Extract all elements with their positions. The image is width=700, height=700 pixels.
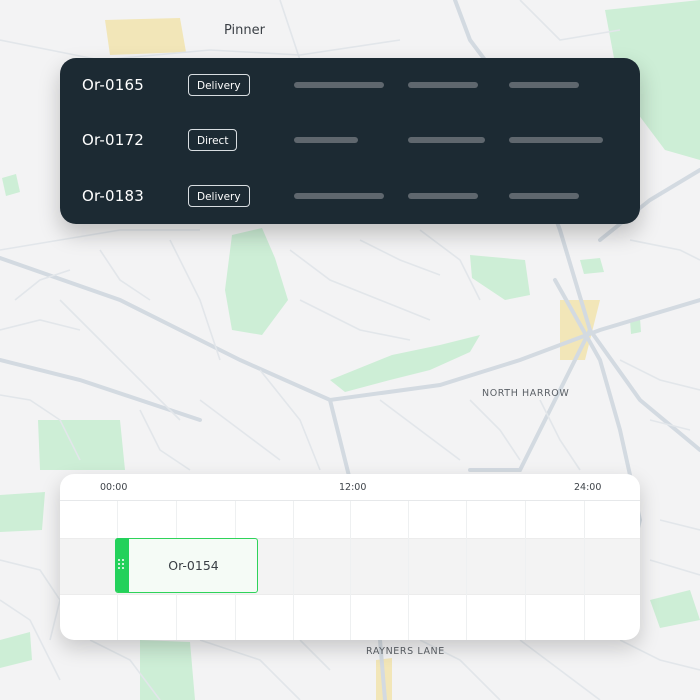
map-label-pinner: Pinner xyxy=(224,23,265,38)
timeline-gridline xyxy=(466,501,467,640)
placeholder-bar xyxy=(294,193,384,199)
placeholder-bar xyxy=(509,137,603,143)
order-row[interactable]: Or-0183 Delivery xyxy=(60,181,640,211)
timeline-tick: 12:00 xyxy=(339,482,367,493)
orders-list-card: Or-0165 Delivery Or-0172 Direct Or-0183 … xyxy=(60,58,640,224)
drag-handle-icon[interactable] xyxy=(115,538,129,592)
order-type-badge: Delivery xyxy=(188,185,250,207)
timeline-gridline xyxy=(350,501,351,640)
timeline-gridline xyxy=(293,501,294,640)
placeholder-bar xyxy=(294,82,384,88)
placeholder-bar xyxy=(509,193,579,199)
timeline-order-block[interactable]: Or-0154 xyxy=(115,538,258,593)
timeline-block-label: Or-0154 xyxy=(168,558,219,573)
order-row[interactable]: Or-0172 Direct xyxy=(60,125,640,155)
order-row[interactable]: Or-0165 Delivery xyxy=(60,70,640,100)
timeline-gridline xyxy=(408,501,409,640)
placeholder-bar xyxy=(294,137,358,143)
timeline-gridline xyxy=(525,501,526,640)
map-label-north-harrow: NORTH HARROW xyxy=(482,388,570,399)
timeline-tick: 24:00 xyxy=(574,482,602,493)
timeline-header: 00:00 12:00 24:00 xyxy=(60,474,640,501)
placeholder-bar xyxy=(408,193,478,199)
map-label-rayners-lane: RAYNERS LANE xyxy=(366,646,445,657)
placeholder-bar xyxy=(509,82,579,88)
placeholder-bar xyxy=(408,82,478,88)
timeline-gridline xyxy=(584,501,585,640)
order-type-badge: Direct xyxy=(188,129,238,151)
order-type-badge: Delivery xyxy=(188,74,250,96)
timeline-card: 00:00 12:00 24:00 Or-0154 xyxy=(60,474,640,640)
order-id: Or-0165 xyxy=(82,76,145,94)
order-id: Or-0183 xyxy=(82,187,145,205)
placeholder-bar xyxy=(408,137,485,143)
map-view[interactable]: Pinner NORTH HARROW RAYNERS LANE Or-0165… xyxy=(0,0,700,700)
order-id: Or-0172 xyxy=(82,131,145,149)
timeline-tick: 00:00 xyxy=(100,482,128,493)
